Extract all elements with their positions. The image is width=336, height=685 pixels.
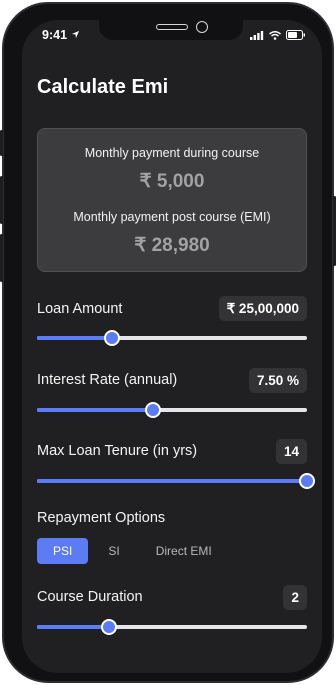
during-course-label: Monthly payment during course: [84, 146, 260, 160]
loan-amount-slider[interactable]: [37, 328, 307, 348]
course-duration-value[interactable]: 2: [283, 585, 307, 610]
interest-rate-slider[interactable]: [37, 400, 307, 420]
signal-icon: [250, 30, 264, 40]
repayment-option-psi[interactable]: PSI: [37, 538, 89, 564]
app-screen: 9:41 Calculate Emi Monthly payment durin…: [22, 20, 322, 673]
loan-amount-value[interactable]: ₹ 25,00,000: [218, 296, 307, 321]
status-time: 9:41: [42, 28, 80, 42]
slider-fill: [37, 625, 110, 629]
slider-fill: [37, 479, 307, 483]
post-course-label: Monthly payment post course (EMI): [73, 210, 271, 224]
speaker-icon: [156, 24, 188, 30]
status-icons: [250, 30, 306, 40]
slider-fill: [37, 408, 154, 412]
page-title: Calculate Emi: [37, 76, 169, 98]
location-arrow-icon: [71, 30, 79, 39]
repayment-options: PSI SI Direct EMI: [37, 538, 232, 564]
loan-amount-label: Loan Amount: [37, 301, 123, 317]
during-course-amount: ₹ 5,000: [139, 171, 205, 192]
repayment-option-si[interactable]: SI: [92, 538, 135, 564]
repayment-option-direct-emi[interactable]: Direct EMI: [140, 538, 228, 564]
wifi-icon: [269, 30, 281, 40]
battery-icon: [286, 30, 305, 40]
tenure-value[interactable]: 14: [275, 439, 307, 464]
volume-down-button: [0, 234, 3, 282]
course-duration-slider[interactable]: [37, 617, 307, 637]
course-duration-label: Course Duration: [37, 589, 143, 605]
mute-switch: [0, 130, 3, 156]
tenure-slider[interactable]: [37, 471, 315, 491]
slider-fill: [37, 336, 112, 340]
camera-icon: [196, 21, 208, 33]
volume-up-button: [0, 176, 3, 224]
emi-summary-card: Monthly payment during course ₹ 5,000 Mo…: [37, 128, 307, 272]
tenure-label: Max Loan Tenure (in yrs): [37, 443, 198, 459]
slider-thumb[interactable]: [103, 330, 120, 346]
interest-rate-label: Interest Rate (annual): [37, 372, 178, 388]
notch: [99, 20, 243, 40]
slider-thumb[interactable]: [299, 473, 315, 489]
repayment-options-label: Repayment Options: [37, 510, 166, 526]
interest-rate-value[interactable]: 7.50 %: [248, 368, 307, 393]
slider-thumb[interactable]: [101, 619, 118, 635]
post-course-amount: ₹ 28,980: [134, 235, 210, 256]
slider-thumb[interactable]: [145, 402, 162, 418]
phone-frame: 9:41 Calculate Emi Monthly payment durin…: [0, 2, 336, 683]
